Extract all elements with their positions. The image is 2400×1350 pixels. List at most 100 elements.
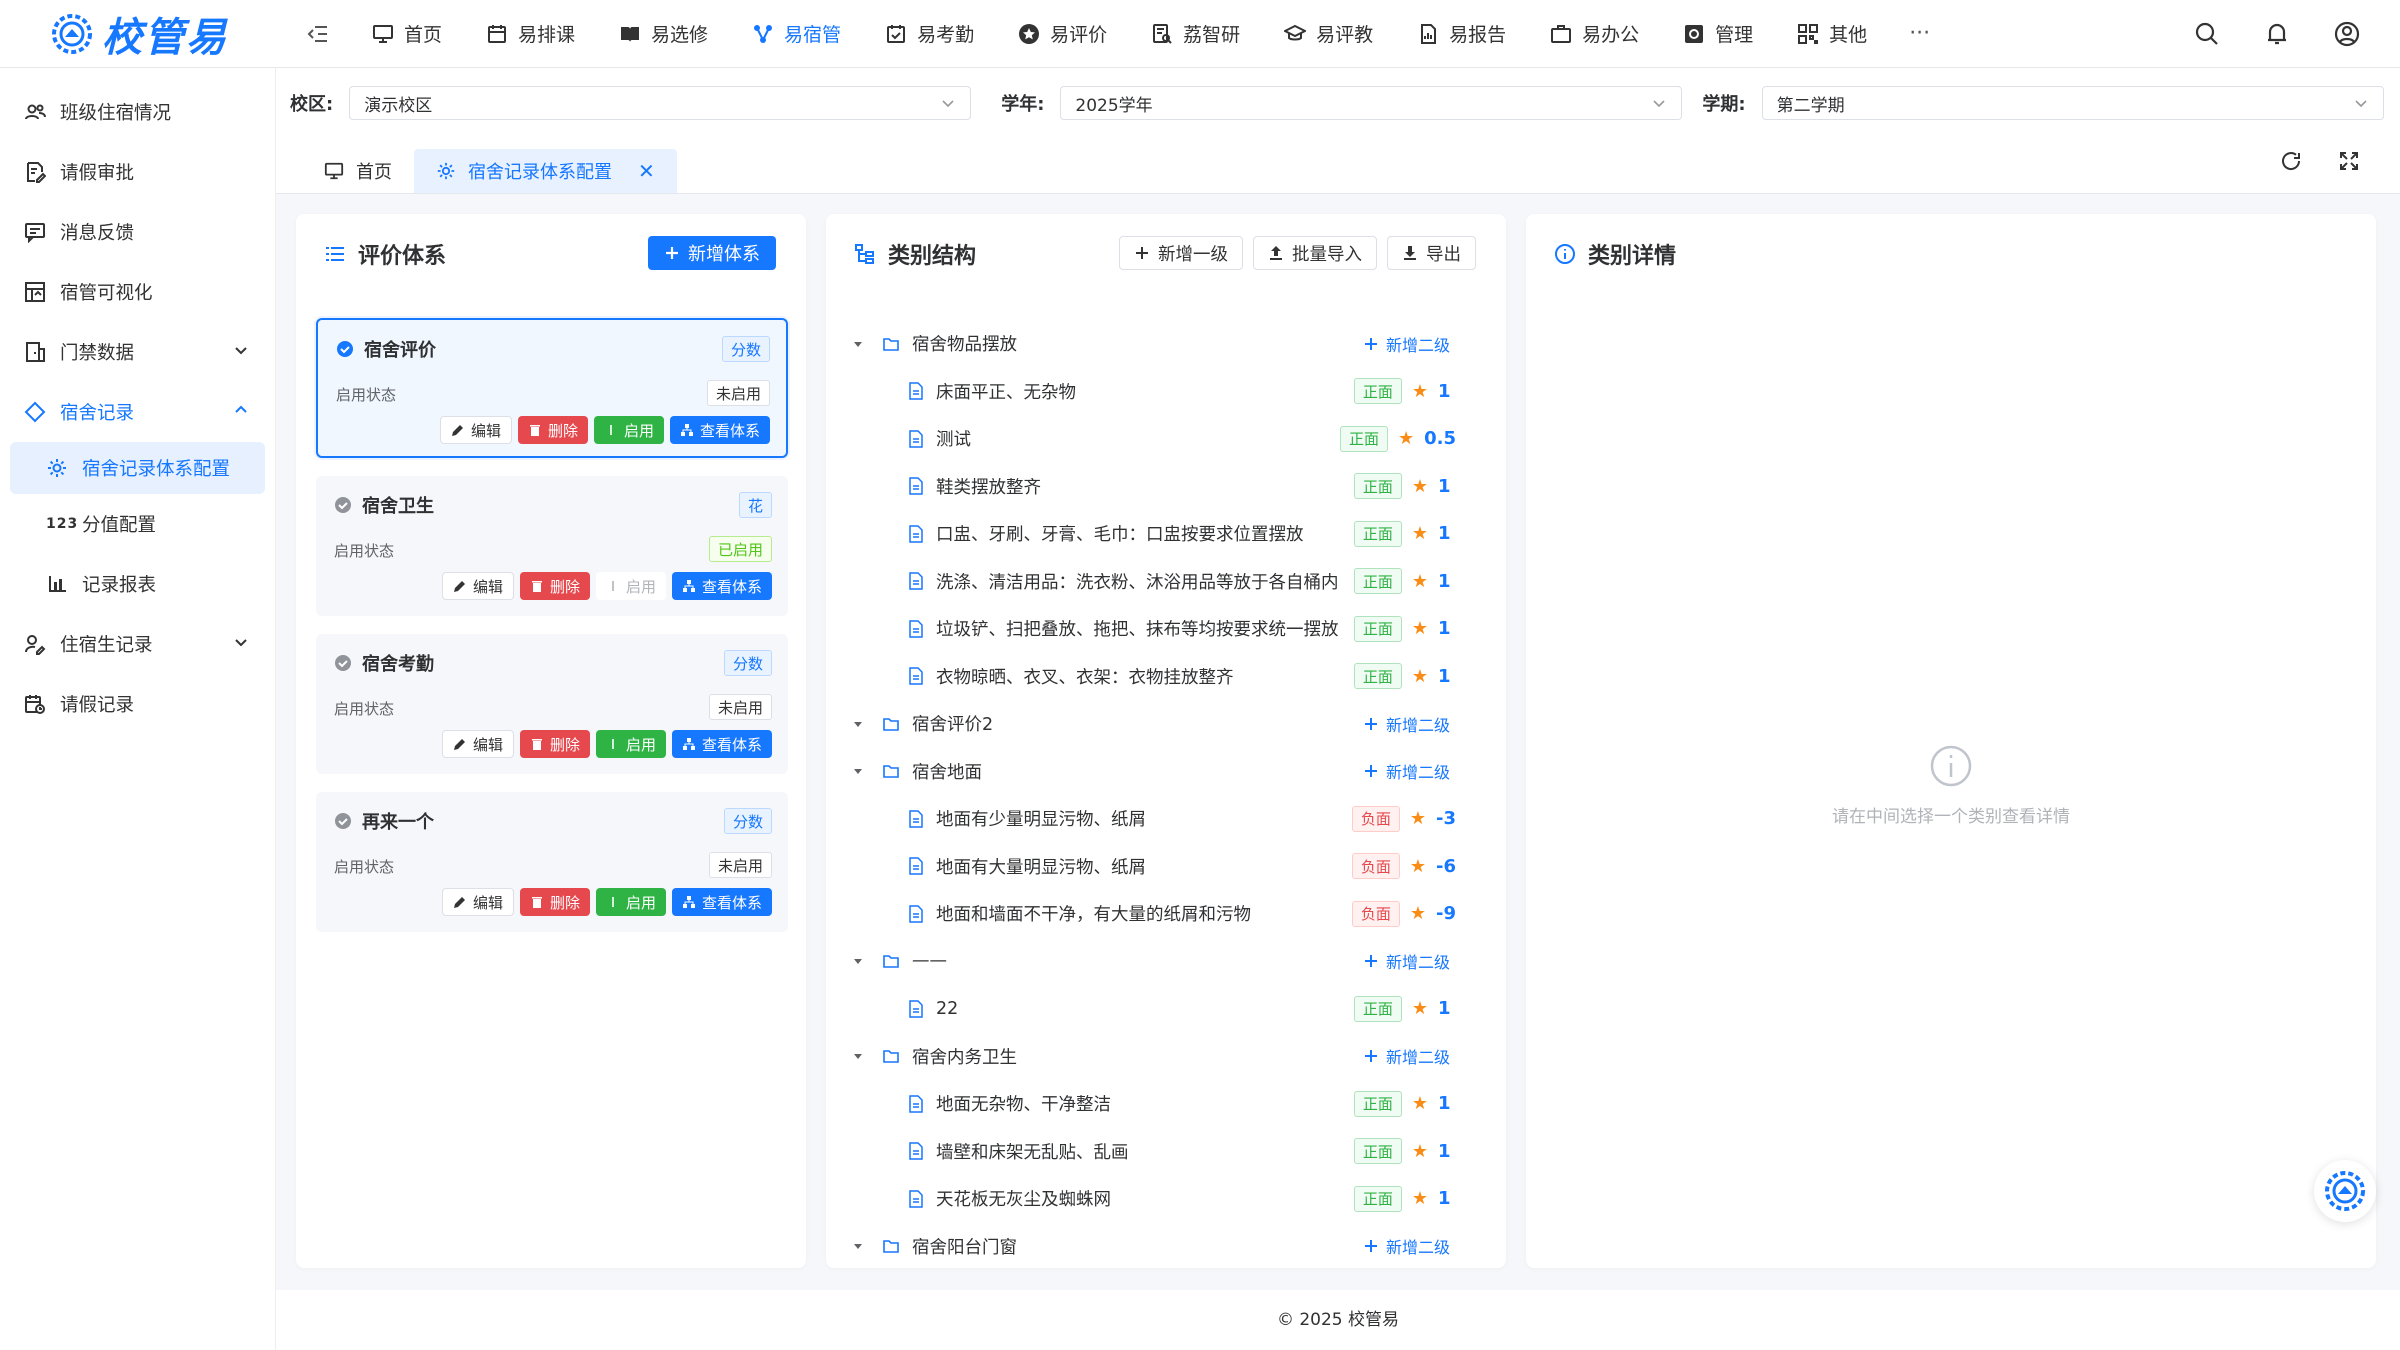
tree-label: 床面平正、无杂物 — [936, 382, 1076, 403]
sidebar-item-visualization[interactable]: 宿管可视化 — [0, 262, 275, 322]
hierarchy-icon — [682, 738, 695, 750]
tree-group-row[interactable]: 宿舍内务卫生 新增二级 — [846, 1033, 1486, 1081]
nav-more-button[interactable]: ··· — [1889, 21, 1950, 46]
add-second-level-button[interactable]: 新增二级 — [1364, 1223, 1450, 1269]
tab-home[interactable]: 首页 — [302, 149, 414, 193]
tree-leaf-row[interactable]: 地面有大量明显污物、纸屑 负面 ★ -6 — [846, 843, 1486, 891]
view-system-button[interactable]: 查看体系 — [671, 888, 772, 916]
delete-button[interactable]: 删除 — [519, 888, 590, 916]
edit-button[interactable]: 编辑 — [441, 572, 514, 600]
view-system-button[interactable]: 查看体系 — [671, 730, 772, 758]
system-card[interactable]: 宿舍卫生 花 启用状态 已启用 编辑 删除 启用 查看体系 — [316, 476, 788, 616]
view-system-button[interactable]: 查看体系 — [669, 416, 770, 444]
folder-icon — [882, 1047, 900, 1065]
tree-group-row[interactable]: 宿舍物品摆放 新增二级 — [846, 320, 1486, 368]
nav-item-other[interactable]: 其他 — [1775, 0, 1889, 68]
tab-record-config[interactable]: 宿舍记录体系配置 ✕ — [414, 149, 677, 193]
year-select[interactable]: 2025学年 — [1060, 86, 1683, 120]
search-icon[interactable] — [2194, 21, 2220, 47]
tree-leaf-row[interactable]: 地面有少量明显污物、纸屑 负面 ★ -3 — [846, 795, 1486, 843]
tree-leaf-row[interactable]: 洗涤、清洁用品：洗衣粉、沐浴用品等放于各自桶内 正面 ★ 1 — [846, 558, 1486, 606]
sidebar-item-dorm-records[interactable]: 宿舍记录 — [0, 382, 275, 442]
tree-leaf-row[interactable]: 鞋类摆放整齐 正面 ★ 1 — [846, 463, 1486, 511]
delete-button[interactable]: 删除 — [517, 416, 588, 444]
tree-leaf-row[interactable]: 22 正面 ★ 1 — [846, 985, 1486, 1033]
delete-button[interactable]: 删除 — [519, 730, 590, 758]
tree-leaf-row[interactable]: 地面无杂物、干净整洁 正面 ★ 1 — [846, 1080, 1486, 1128]
nav-item-evaluation[interactable]: 易评价 — [996, 0, 1129, 68]
add-second-level-button[interactable]: 新增二级 — [1364, 1033, 1450, 1081]
sidebar-item-access-data[interactable]: 门禁数据 — [0, 322, 275, 382]
nav-item-office[interactable]: 易办公 — [1528, 0, 1661, 68]
tree-leaf-row[interactable]: 衣物晾晒、衣叉、衣架：衣物挂放整齐 正面 ★ 1 — [846, 653, 1486, 701]
sidebar-item-feedback[interactable]: 消息反馈 — [0, 202, 275, 262]
tree-group-row[interactable]: 宿舍阳台门窗 新增二级 — [846, 1223, 1486, 1269]
app-logo[interactable]: 校管易 — [0, 0, 276, 68]
delete-button[interactable]: 删除 — [519, 572, 590, 600]
view-system-button[interactable]: 查看体系 — [671, 572, 772, 600]
nav-item-admin[interactable]: 管理 — [1661, 0, 1775, 68]
system-card[interactable]: 宿舍评价 分数 启用状态 未启用 编辑 删除 启用 查看体系 — [316, 318, 788, 458]
menu-collapse-button[interactable] — [296, 12, 340, 56]
sidebar-item-score-config[interactable]: 123 分值配置 — [0, 494, 275, 554]
nav-item-report[interactable]: 易报告 — [1395, 0, 1528, 68]
bell-icon[interactable] — [2264, 21, 2290, 47]
enable-button[interactable]: 启用 — [593, 416, 664, 444]
edit-button[interactable]: 编辑 — [441, 888, 514, 916]
batch-import-button[interactable]: 批量导入 — [1253, 236, 1377, 270]
sidebar-item-leave-records[interactable]: 请假记录 — [0, 674, 275, 734]
enable-button[interactable]: 启用 — [595, 572, 666, 600]
caret-down-icon[interactable] — [852, 1050, 872, 1062]
add-second-level-button[interactable]: 新增二级 — [1364, 748, 1450, 796]
nav-item-electives[interactable]: 易选修 — [597, 0, 730, 68]
nav-item-teaching-eval[interactable]: 易评教 — [1262, 0, 1395, 68]
system-name: 宿舍卫生 — [362, 496, 434, 517]
sidebar-item-record-config[interactable]: 宿舍记录体系配置 — [10, 442, 265, 494]
edit-button[interactable]: 编辑 — [441, 730, 514, 758]
nav-item-scheduling[interactable]: 易排课 — [464, 0, 597, 68]
fullscreen-icon[interactable] — [2338, 150, 2360, 172]
enable-button[interactable]: 启用 — [595, 730, 666, 758]
caret-down-icon[interactable] — [852, 955, 872, 967]
tree-leaf-row[interactable]: 床面平正、无杂物 正面 ★ 1 — [846, 368, 1486, 416]
caret-down-icon[interactable] — [852, 718, 872, 730]
campus-select[interactable]: 演示校区 — [349, 86, 972, 120]
caret-down-icon[interactable] — [852, 1240, 872, 1252]
sidebar-item-resident-records[interactable]: 住宿生记录 — [0, 614, 275, 674]
nav-item-attendance[interactable]: 易考勤 — [863, 0, 996, 68]
add-first-level-button[interactable]: 新增一级 — [1119, 236, 1243, 270]
close-icon[interactable]: ✕ — [638, 159, 655, 183]
sidebar-item-leave-approval[interactable]: 请假审批 — [0, 142, 275, 202]
export-button[interactable]: 导出 — [1387, 236, 1476, 270]
sidebar-item-class-accommodation[interactable]: 班级住宿情况 — [0, 82, 275, 142]
nav-item-home[interactable]: 首页 — [350, 0, 464, 68]
panel-title: 类别结构 — [888, 244, 977, 269]
tree-group-row[interactable]: —— 新增二级 — [846, 938, 1486, 986]
refresh-icon[interactable] — [2280, 150, 2302, 172]
tree-group-row[interactable]: 宿舍地面 新增二级 — [846, 748, 1486, 796]
sidebar-item-record-report[interactable]: 记录报表 — [0, 554, 275, 614]
tree-leaf-row[interactable]: 测试 正面 ★ 0.5 — [846, 415, 1486, 463]
system-card[interactable]: 再来一个 分数 启用状态 未启用 编辑 删除 启用 查看体系 — [316, 792, 788, 932]
add-second-level-button[interactable]: 新增二级 — [1364, 700, 1450, 748]
nav-item-research[interactable]: 荔智研 — [1129, 0, 1262, 68]
user-avatar-icon[interactable] — [2334, 21, 2360, 47]
assistant-float-button[interactable] — [2314, 1160, 2376, 1222]
system-card[interactable]: 宿舍考勤 分数 启用状态 未启用 编辑 删除 启用 查看体系 — [316, 634, 788, 774]
tree-leaf-row[interactable]: 垃圾铲、扫把叠放、拖把、抹布等均按要求统一摆放 正面 ★ 1 — [846, 605, 1486, 653]
nav-item-dorm[interactable]: 易宿管 — [730, 0, 863, 68]
tree-leaf-row[interactable]: 墙壁和床架无乱贴、乱画 正面 ★ 1 — [846, 1128, 1486, 1176]
term-select[interactable]: 第二学期 — [1761, 86, 2384, 120]
add-second-level-button[interactable]: 新增二级 — [1364, 320, 1450, 368]
tree-group-row[interactable]: 宿舍评价2 新增二级 — [846, 700, 1486, 748]
caret-down-icon[interactable] — [852, 338, 872, 350]
edit-button[interactable]: 编辑 — [439, 416, 512, 444]
tree-leaf-row[interactable]: 口盅、牙刷、牙膏、毛巾：口盅按要求位置摆放 正面 ★ 1 — [846, 510, 1486, 558]
caret-down-icon[interactable] — [852, 765, 872, 777]
nav-label: 管理 — [1715, 24, 1754, 46]
tree-leaf-row[interactable]: 天花板无灰尘及蜘蛛网 正面 ★ 1 — [846, 1175, 1486, 1223]
add-system-button[interactable]: 新增体系 — [648, 236, 776, 270]
enable-button[interactable]: 启用 — [595, 888, 666, 916]
add-second-level-button[interactable]: 新增二级 — [1364, 938, 1450, 986]
tree-leaf-row[interactable]: 地面和墙面不干净，有大量的纸屑和污物 负面 ★ -9 — [846, 890, 1486, 938]
